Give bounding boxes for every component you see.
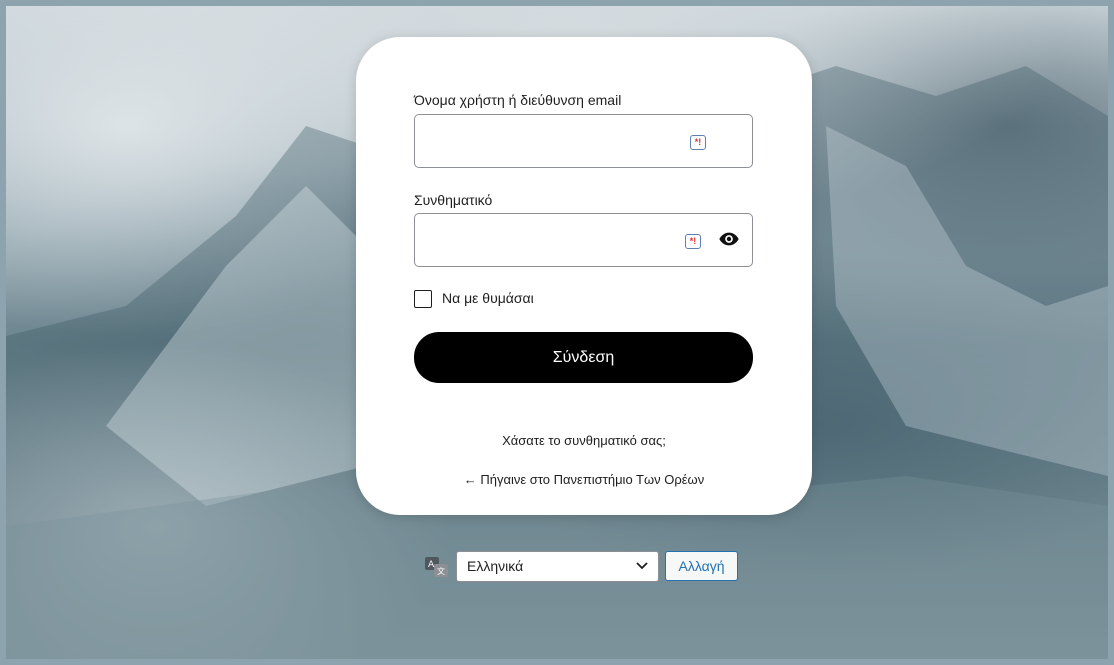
password-field[interactable]: *!: [414, 213, 753, 267]
password-label: Συνθηματικό: [414, 192, 493, 208]
password-manager-icon[interactable]: *!: [685, 234, 701, 249]
chevron-down-icon: [636, 562, 648, 570]
login-button[interactable]: Σύνδεση: [414, 332, 753, 383]
language-select[interactable]: Ελληνικά: [456, 551, 659, 582]
language-select-value: Ελληνικά: [467, 558, 524, 574]
remember-me-label[interactable]: Να με θυμάσαι: [442, 290, 534, 306]
svg-text:A: A: [428, 560, 435, 570]
password-manager-icon[interactable]: *!: [690, 135, 706, 150]
remember-me-checkbox[interactable]: [414, 290, 432, 308]
translate-icon: A 文: [425, 557, 448, 577]
username-field[interactable]: *!: [414, 114, 753, 168]
eye-icon[interactable]: [718, 228, 740, 250]
username-label: Όνομα χρήστη ή διεύθυνση email: [414, 92, 622, 108]
lost-password-link[interactable]: Χάσατε το συνθηματικό σας;: [356, 433, 812, 448]
login-form: Όνομα χρήστη ή διεύθυνση email *! Συνθημ…: [356, 37, 812, 515]
back-to-site-link[interactable]: ← Πήγαινε στο Πανεπιστήμιο Των Ορέων: [356, 472, 812, 487]
language-change-button[interactable]: Αλλαγή: [665, 551, 738, 581]
svg-text:文: 文: [437, 566, 445, 576]
